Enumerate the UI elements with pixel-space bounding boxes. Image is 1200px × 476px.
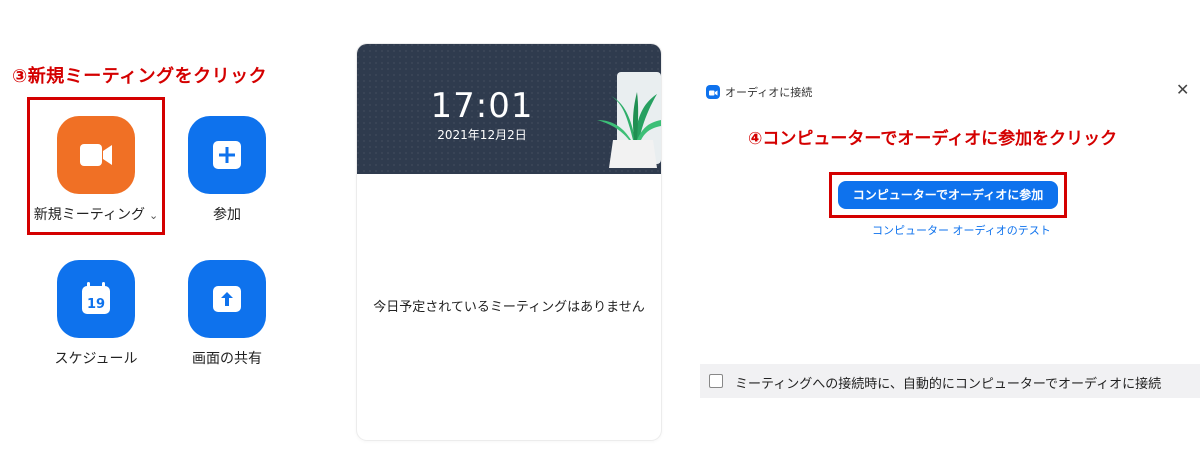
new-meeting-button[interactable]: 新規ミーティング ⌄ xyxy=(26,116,166,224)
join-button[interactable]: 参加 xyxy=(157,116,297,224)
plus-icon xyxy=(213,141,241,169)
clock-date: 2021年12月2日 xyxy=(437,128,527,142)
no-meetings-text: 今日予定されているミーティングはありません xyxy=(373,300,645,315)
meetings-card: 17:01 2021年12月2日 今日予定されているミーティングはありません xyxy=(357,44,661,440)
dialog-title: オーディオに接続 xyxy=(725,86,813,99)
calendar-icon-tile: 19 xyxy=(57,260,135,338)
annotation-step3: ③新規ミーティングをクリック xyxy=(12,66,268,87)
join-label: 参加 xyxy=(213,207,241,223)
share-up-arrow-icon xyxy=(213,286,241,312)
video-camera-icon-tile xyxy=(57,116,135,194)
auto-join-checkbox[interactable] xyxy=(709,374,723,388)
test-computer-audio-link[interactable]: コンピューター オーディオのテスト xyxy=(872,222,1051,238)
new-meeting-label: 新規ミーティング xyxy=(33,207,145,223)
auto-join-label[interactable]: ミーティングへの接続時に、自動的にコンピューターでオーディオに接続 xyxy=(735,373,1161,392)
schedule-label: スケジュール xyxy=(54,351,138,367)
share-screen-label: 画面の共有 xyxy=(192,351,262,367)
share-icon-tile xyxy=(188,260,266,338)
auto-join-audio-option: ミーティングへの接続時に、自動的にコンピューターでオーディオに接続 xyxy=(700,364,1200,398)
clock-time: 17:01 xyxy=(430,86,534,126)
video-camera-icon xyxy=(80,144,112,166)
zoom-logo-icon xyxy=(706,85,720,99)
zoom-camera-icon xyxy=(709,90,718,96)
join-with-computer-audio-button[interactable]: コンピューターでオーディオに参加 xyxy=(838,181,1058,209)
plant-illustration-icon xyxy=(597,72,661,168)
annotation-step4: ④コンピューターでオーディオに参加をクリック xyxy=(748,129,1118,149)
schedule-button[interactable]: 19 スケジュール xyxy=(26,260,166,368)
calendar-day: 19 xyxy=(87,297,105,312)
plus-icon-tile xyxy=(188,116,266,194)
close-icon[interactable]: ✕ xyxy=(1176,80,1189,99)
share-screen-button[interactable]: 画面の共有 xyxy=(157,260,297,368)
calendar-icon: 19 xyxy=(82,282,110,314)
clock-header: 17:01 2021年12月2日 xyxy=(357,44,661,174)
